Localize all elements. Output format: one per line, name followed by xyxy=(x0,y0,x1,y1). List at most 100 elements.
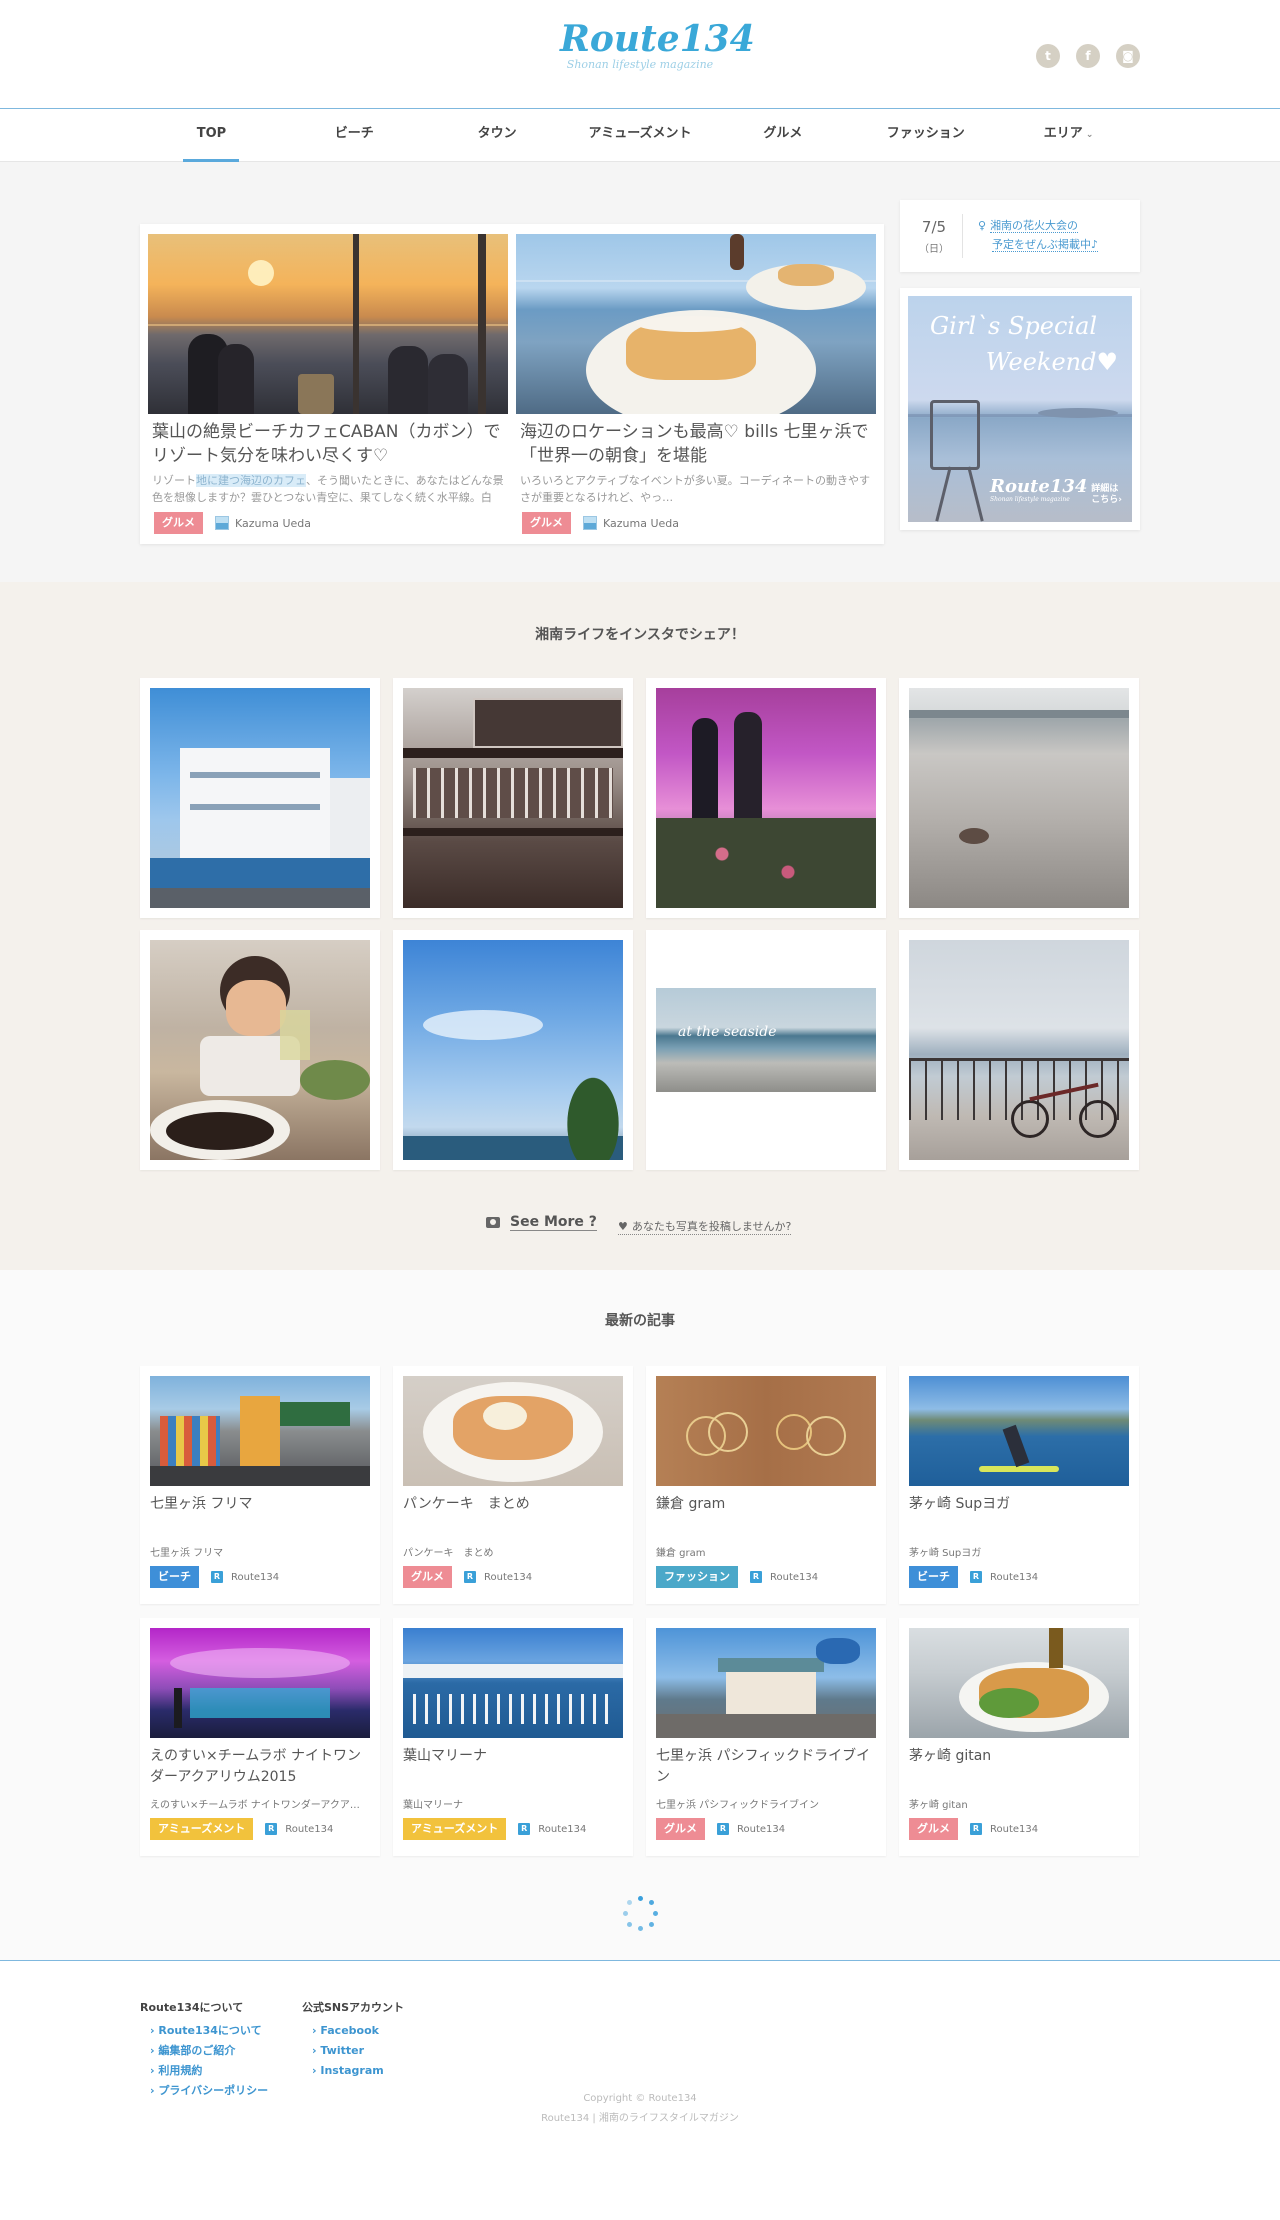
author-name: Route134 xyxy=(484,1571,533,1583)
site-header: Route134 Shonan lifestyle magazine t f ◙ xyxy=(0,0,1280,108)
sidebar-banner[interactable]: Girl`s Special Weekend♥ Route134 Shonan … xyxy=(900,288,1140,530)
instagram-photo[interactable] xyxy=(899,930,1139,1170)
instagram-photo-image[interactable] xyxy=(909,940,1129,1160)
instagram-photo-image[interactable]: at the seaside xyxy=(656,940,876,1160)
instagram-photo-image[interactable] xyxy=(909,688,1129,908)
post-photo-link[interactable]: ♥ あなたも写真を投稿しませんか? xyxy=(618,1218,792,1235)
nav-fashion[interactable]: ファッション xyxy=(854,109,997,162)
article-image[interactable] xyxy=(909,1376,1129,1486)
footer-link-about[interactable]: Route134について xyxy=(140,2021,268,2041)
instagram-photo-image[interactable] xyxy=(150,688,370,908)
article-card[interactable]: 茅ヶ崎 gitan 茅ヶ崎 gitan グルメ R Route134 xyxy=(899,1618,1139,1856)
category-badge[interactable]: アミューズメント xyxy=(403,1818,507,1840)
site-logo[interactable]: Route134 Shonan lifestyle magazine xyxy=(560,18,755,71)
article-title[interactable]: 茅ヶ崎 gitan xyxy=(909,1746,1131,1767)
feature-article-1-title[interactable]: 葉山の絶景ビーチカフェCABAN（カボン）でリゾート気分を味わい尽くす♡ xyxy=(148,420,508,468)
footer-link-twitter[interactable]: Twitter xyxy=(302,2041,404,2061)
footer-link-instagram[interactable]: Instagram xyxy=(302,2061,404,2081)
article-card[interactable]: 鎌倉 gram 鎌倉 gram ファッション R Route134 xyxy=(646,1366,886,1604)
instagram-photo[interactable] xyxy=(140,930,380,1170)
feature-article-1-image[interactable] xyxy=(148,234,508,414)
instagram-photo[interactable] xyxy=(393,678,633,918)
sidebar-date-box: 7/5 （日） ♀ 湘南の花火大会の 予定をぜんぶ掲載中♪ xyxy=(900,200,1140,272)
author[interactable]: R Route134 xyxy=(970,1571,1038,1583)
category-badge[interactable]: グルメ xyxy=(656,1818,705,1840)
banner-title-2: Weekend♥ xyxy=(985,348,1118,376)
author[interactable]: Kazuma Ueda xyxy=(215,516,311,530)
article-image[interactable] xyxy=(403,1376,623,1486)
feature-article-2-image[interactable] xyxy=(516,234,876,414)
article-card[interactable]: 葉山マリーナ 葉山マリーナ アミューズメント R Route134 xyxy=(393,1618,633,1856)
feature-article-1[interactable]: 葉山の絶景ビーチカフェCABAN（カボン）でリゾート気分を味わい尽くす♡ リゾー… xyxy=(148,234,508,534)
article-title[interactable]: 七里ヶ浜 パシフィックドライブイン xyxy=(656,1746,878,1788)
article-image[interactable] xyxy=(656,1628,876,1738)
article-title[interactable]: えのすい×チームラボ ナイトワンダーアクアリウム2015 xyxy=(150,1746,372,1788)
author[interactable]: Kazuma Ueda xyxy=(583,516,679,530)
footer-link-terms[interactable]: 利用規約 xyxy=(140,2061,268,2081)
nav-top[interactable]: TOP xyxy=(140,109,283,162)
article-card[interactable]: 七里ヶ浜 パシフィックドライブイン 七里ヶ浜 パシフィックドライブイン グルメ … xyxy=(646,1618,886,1856)
article-title[interactable]: 七里ヶ浜 フリマ xyxy=(150,1494,372,1515)
feature-article-2[interactable]: 海辺のロケーションも最高♡ bills 七里ヶ浜で「世界一の朝食」を堪能 いろい… xyxy=(516,234,876,534)
instagram-photo[interactable] xyxy=(393,930,633,1170)
instagram-photo-image[interactable] xyxy=(403,940,623,1160)
category-badge[interactable]: グルメ xyxy=(909,1818,958,1840)
article-card[interactable]: えのすい×チームラボ ナイトワンダーアクアリウム2015 えのすい×チームラボ … xyxy=(140,1618,380,1856)
author[interactable]: R Route134 xyxy=(265,1823,333,1835)
instagram-photo-image[interactable] xyxy=(403,688,623,908)
banner-image[interactable]: Girl`s Special Weekend♥ Route134 Shonan … xyxy=(908,296,1132,522)
author[interactable]: R Route134 xyxy=(750,1571,818,1583)
article-image[interactable] xyxy=(909,1628,1129,1738)
author[interactable]: R Route134 xyxy=(211,1571,279,1583)
category-badge[interactable]: グルメ xyxy=(403,1566,452,1588)
sidebar-news-link[interactable]: ♀ 湘南の花火大会の 予定をぜんぶ掲載中♪ xyxy=(978,216,1128,254)
nav-gourmet[interactable]: グルメ xyxy=(711,109,854,162)
category-badge[interactable]: グルメ xyxy=(522,512,571,534)
footer-column-title: Route134について xyxy=(140,2001,244,2014)
feature-article-2-title[interactable]: 海辺のロケーションも最高♡ bills 七里ヶ浜で「世界一の朝食」を堪能 xyxy=(516,420,876,468)
nav-town[interactable]: タウン xyxy=(426,109,569,162)
article-image[interactable] xyxy=(656,1376,876,1486)
avatar xyxy=(215,516,229,530)
facebook-icon[interactable]: f xyxy=(1076,44,1100,68)
author-name: Route134 xyxy=(990,1571,1039,1583)
category-badge[interactable]: ビーチ xyxy=(909,1566,958,1588)
twitter-icon[interactable]: t xyxy=(1036,44,1060,68)
footer-link-editorial[interactable]: 編集部のご紹介 xyxy=(140,2041,268,2061)
instagram-photo[interactable] xyxy=(899,678,1139,918)
article-title[interactable]: 茅ヶ崎 Supヨガ xyxy=(909,1494,1131,1515)
article-title[interactable]: 葉山マリーナ xyxy=(403,1746,625,1767)
article-title[interactable]: 鎌倉 gram xyxy=(656,1494,878,1515)
nav-area[interactable]: エリア ⌄ xyxy=(997,109,1140,162)
article-meta: ビーチ R Route134 xyxy=(150,1566,279,1588)
footer-link-facebook[interactable]: Facebook xyxy=(302,2021,404,2041)
category-badge[interactable]: グルメ xyxy=(154,512,203,534)
post-photo-label: あなたも写真を投稿しませんか? xyxy=(631,1220,792,1233)
instagram-photo-image[interactable] xyxy=(656,688,876,908)
instagram-photo-image[interactable] xyxy=(150,940,370,1160)
nav-amusement[interactable]: アミューズメント xyxy=(569,109,712,162)
article-card[interactable]: 茅ヶ崎 Supヨガ 茅ヶ崎 Supヨガ ビーチ R Route134 xyxy=(899,1366,1139,1604)
instagram-photo[interactable] xyxy=(140,678,380,918)
article-card[interactable]: パンケーキ まとめ パンケーキ まとめ グルメ R Route134 xyxy=(393,1366,633,1604)
author[interactable]: R Route134 xyxy=(464,1571,532,1583)
category-badge[interactable]: アミューズメント xyxy=(150,1818,254,1840)
banner-more-link[interactable]: 詳細は こちら› xyxy=(1091,484,1122,506)
article-image[interactable] xyxy=(150,1376,370,1486)
category-badge[interactable]: ファッション xyxy=(656,1566,738,1588)
instagram-photo[interactable]: at the seaside xyxy=(646,930,886,1170)
nav-beach[interactable]: ビーチ xyxy=(283,109,426,162)
author-name: Route134 xyxy=(538,1823,587,1835)
author[interactable]: R Route134 xyxy=(518,1823,586,1835)
see-more-link[interactable]: See More ? xyxy=(486,1214,597,1231)
article-image[interactable] xyxy=(150,1628,370,1738)
instagram-icon[interactable]: ◙ xyxy=(1116,44,1140,68)
category-badge[interactable]: ビーチ xyxy=(150,1566,199,1588)
route134-logo-icon: R xyxy=(211,1571,223,1583)
author[interactable]: R Route134 xyxy=(970,1823,1038,1835)
article-image[interactable] xyxy=(403,1628,623,1738)
instagram-photo[interactable] xyxy=(646,678,886,918)
article-title[interactable]: パンケーキ まとめ xyxy=(403,1494,625,1515)
article-card[interactable]: 七里ヶ浜 フリマ 七里ヶ浜 フリマ ビーチ R Route134 xyxy=(140,1366,380,1604)
author[interactable]: R Route134 xyxy=(717,1823,785,1835)
